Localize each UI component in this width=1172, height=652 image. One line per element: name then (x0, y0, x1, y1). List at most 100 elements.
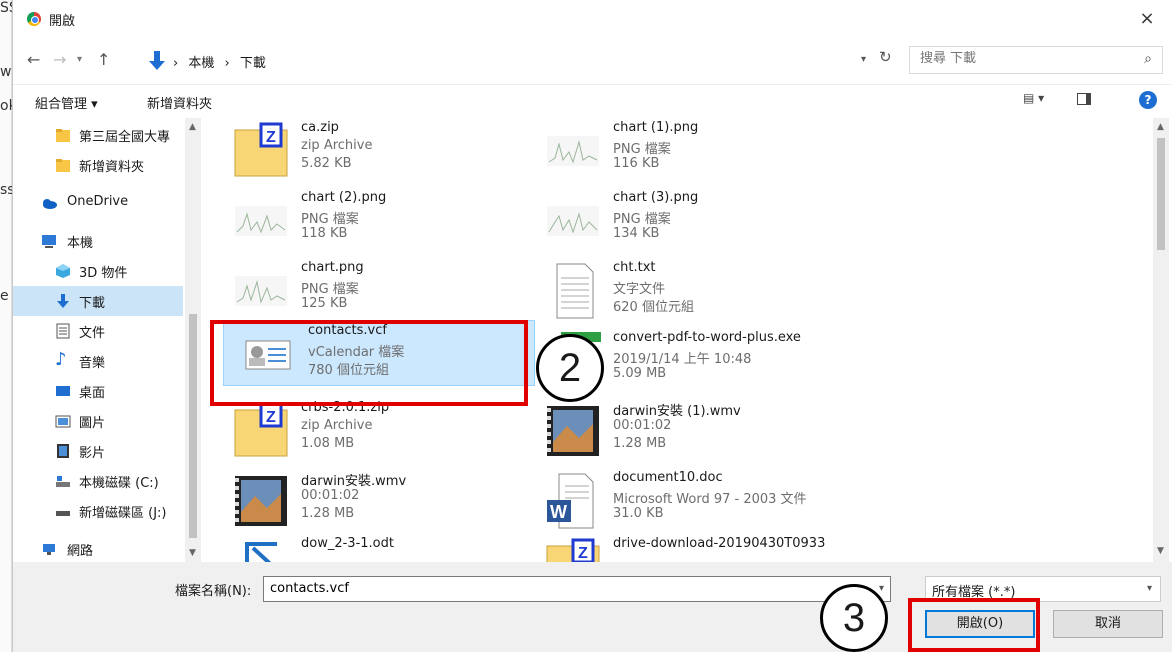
nav-item-desktop[interactable]: 桌面 (13, 376, 183, 406)
filename-combobox: ▾ (263, 576, 891, 602)
video-icon (57, 444, 69, 458)
nav-item-videos[interactable]: 影片 (13, 436, 183, 466)
refresh-icon[interactable]: ↻ (879, 48, 892, 66)
scroll-up-icon[interactable]: ▲ (1157, 122, 1164, 132)
dialog-footer: 檔案名稱(N): ▾ 所有檔案 (*.*) ▾ 開啟(O) 取消 (13, 562, 1172, 652)
file-item[interactable]: cht.txt 文字文件 620 個位元組 (525, 258, 825, 324)
cancel-button[interactable]: 取消 (1053, 610, 1163, 638)
file-type: PNG 檔案 (613, 212, 671, 227)
chevron-down-icon[interactable]: ▾ (879, 583, 884, 594)
dialog-title: 開啟 (49, 14, 76, 29)
file-list-scrollbar[interactable]: ▲ ▼ (1153, 118, 1169, 562)
nav-item-pictures[interactable]: 圖片 (13, 406, 183, 436)
nav-item-downloads[interactable]: 下載 (13, 286, 183, 316)
nav-item-folder[interactable]: 新增資料夾 (13, 150, 183, 180)
help-icon[interactable]: ? (1139, 91, 1157, 109)
nav-scrollbar-thumb[interactable] (189, 314, 197, 538)
close-button[interactable]: × (1135, 6, 1159, 32)
desktop-icon (56, 386, 70, 396)
file-item[interactable]: Z drive-download-20190430T0933 (525, 534, 825, 562)
file-name: document10.doc (613, 470, 723, 485)
nav-item-label: 本機 (67, 236, 94, 251)
breadcrumb-item-downloads[interactable]: 下載 (240, 56, 266, 71)
background-text: e (0, 288, 9, 304)
navigation-pane: 第三屆全國大專 新增資料夾 OneDrive 本機 3D 物件 下載 文件 ♪ (13, 118, 201, 562)
download-icon (57, 294, 69, 308)
recent-locations-chevron-icon[interactable]: ▾ (77, 54, 82, 65)
address-row: ← → ▾ ↑ › 本機 › 下載 ▾ ↻ ⌕ (13, 44, 1172, 78)
nav-item-drive-c[interactable]: 本機磁碟 (C:) (13, 466, 183, 496)
nav-scrollbar[interactable]: ▲ ▼ (185, 118, 201, 562)
nav-item-label: 第三屆全國大專 (79, 130, 171, 145)
file-size: 116 KB (613, 156, 660, 171)
chart-thumb-icon (547, 136, 599, 166)
open-button[interactable]: 開啟(O) (925, 610, 1035, 638)
file-name: chart.png (301, 260, 364, 275)
nav-item-label: 下載 (79, 296, 106, 311)
preview-pane-icon[interactable] (1077, 93, 1091, 105)
search-icon[interactable]: ⌕ (1144, 51, 1152, 67)
file-type: PNG 檔案 (301, 282, 359, 297)
file-item-contacts-selected[interactable]: contacts.vcf vCalendar 檔案 780 個位元組 (223, 320, 535, 386)
view-options-icon[interactable]: ▤ ▾ (1023, 91, 1063, 111)
file-type: zip Archive (301, 418, 373, 433)
file-item[interactable]: chart (2).png PNG 檔案 118 KB (213, 188, 513, 254)
scroll-up-icon[interactable]: ▲ (189, 122, 196, 132)
file-type: PNG 檔案 (613, 142, 671, 157)
nav-item-drive-j[interactable]: 新增磁碟區 (J:) (13, 496, 183, 526)
file-size: 134 KB (613, 226, 660, 241)
contact-card-icon (245, 340, 291, 370)
filetype-select[interactable]: 所有檔案 (*.*) ▾ (925, 576, 1161, 602)
new-folder-button[interactable]: 新增資料夾 (147, 93, 212, 112)
scroll-down-icon[interactable]: ▼ (189, 548, 196, 558)
file-item[interactable]: Z crbs-2.0.1.zip zip Archive 1.08 MB (213, 398, 513, 464)
file-item[interactable]: W document10.doc Microsoft Word 97 - 200… (525, 468, 825, 534)
nav-item-folder[interactable]: 第三屆全國大專 (13, 120, 183, 150)
file-size: 125 KB (301, 296, 348, 311)
file-name: ca.zip (301, 120, 339, 135)
file-item[interactable]: dow_2-3-1.odt (213, 534, 513, 562)
scroll-down-icon[interactable]: ▼ (1157, 546, 1164, 556)
filetype-value: 所有檔案 (*.*) (932, 585, 1016, 600)
nav-item-network[interactable]: 網路 (13, 534, 183, 562)
nav-item-label: 圖片 (79, 416, 106, 431)
file-item[interactable]: darwin安裝 (1).wmv 00:01:02 1.28 MB (525, 398, 825, 464)
nav-item-3d-objects[interactable]: 3D 物件 (13, 256, 183, 286)
zip-icon: Z (234, 402, 288, 457)
background-left-strip: SSV w ok ss e (0, 0, 27, 652)
file-item[interactable]: chart (3).png PNG 檔案 134 KB (525, 188, 825, 254)
nav-item-onedrive[interactable]: OneDrive (13, 188, 183, 218)
file-size: 620 個位元組 (613, 300, 694, 315)
file-list-scrollbar-thumb[interactable] (1157, 138, 1165, 250)
search-input[interactable] (920, 51, 1120, 66)
breadcrumb-separator: › (224, 56, 230, 71)
file-item[interactable]: darwin安裝.wmv 00:01:02 1.28 MB (213, 468, 513, 534)
video-thumb-icon (235, 476, 287, 526)
file-item[interactable]: Z ca.zip zip Archive 5.82 KB (213, 118, 513, 184)
file-size: 31.0 KB (613, 506, 664, 521)
file-size: 118 KB (301, 226, 348, 241)
zip-icon: Z (234, 122, 288, 177)
search-box: ⌕ (909, 46, 1163, 74)
file-item[interactable]: chart (1).png PNG 檔案 116 KB (525, 118, 825, 184)
breadcrumb-item-this-pc[interactable]: 本機 (188, 56, 214, 71)
organize-button[interactable]: 組合管理 ▾ (35, 93, 98, 112)
video-thumb-icon (547, 406, 599, 456)
svg-text:Z: Z (266, 409, 276, 426)
folder-icon (56, 129, 70, 142)
nav-item-label: 網路 (67, 544, 94, 559)
filename-input[interactable] (270, 581, 860, 596)
nav-item-label: 音樂 (79, 356, 106, 371)
address-dropdown-icon[interactable]: ▾ (861, 54, 866, 65)
file-name: cht.txt (613, 260, 656, 275)
nav-item-documents[interactable]: 文件 (13, 316, 183, 346)
forward-arrow-icon[interactable]: → (53, 50, 66, 69)
up-arrow-icon[interactable]: ↑ (97, 50, 110, 69)
back-arrow-icon[interactable]: ← (27, 50, 40, 69)
file-item[interactable]: chart.png PNG 檔案 125 KB (213, 258, 513, 324)
nav-item-music[interactable]: ♪ 音樂 (13, 346, 183, 376)
command-toolbar: 組合管理 ▾ 新增資料夾 ▤ ▾ ? (13, 84, 1172, 116)
nav-item-label: 文件 (79, 326, 106, 341)
nav-item-this-pc[interactable]: 本機 (13, 226, 183, 256)
file-name: darwin安裝.wmv (301, 474, 407, 489)
